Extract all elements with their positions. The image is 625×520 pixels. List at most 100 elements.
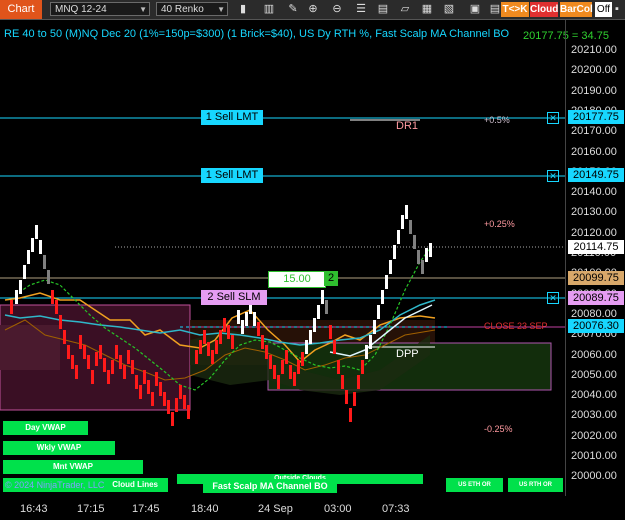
instrument-label: MNQ 12-24 <box>55 4 107 15</box>
renko-brick <box>289 365 292 379</box>
chart-tab[interactable]: Chart <box>0 0 42 19</box>
drawing-tool-icon[interactable]: ✎ <box>286 3 300 16</box>
target-qty-value[interactable]: 15.00 <box>268 271 326 288</box>
us-rth-or-button[interactable]: US RTH OR <box>508 478 563 492</box>
zoom-in-icon[interactable]: ⊕ <box>306 3 320 16</box>
renko-brick <box>131 360 134 374</box>
price-tick-label: 20130.00 <box>571 206 617 219</box>
price-axis[interactable]: 20210.0020200.0020190.0020180.0020170.00… <box>565 20 625 496</box>
us-eth-or-button[interactable]: US ETH OR <box>446 478 503 492</box>
time-label: 24 Sep <box>258 503 293 515</box>
price-tick-label: 20210.00 <box>571 44 617 56</box>
layout-icon[interactable]: ▣ <box>468 3 482 16</box>
wkly-vwap-button[interactable]: Wkly VWAP <box>3 441 115 455</box>
close-order-icon[interactable]: ✕ <box>547 112 559 124</box>
price-tick-label: 20160.00 <box>571 145 617 158</box>
scroll-icon[interactable]: ▥ <box>262 3 276 16</box>
renko-brick <box>413 235 416 249</box>
dpp-label: DPP <box>396 348 419 360</box>
renko-brick <box>155 372 158 386</box>
minus-quarter-label: -0.25% <box>484 424 513 434</box>
time-label: 16:43 <box>20 503 48 515</box>
renko-brick <box>261 335 264 349</box>
indicators-icon[interactable]: ▱ <box>398 3 412 16</box>
time-label: 18:40 <box>191 503 219 515</box>
sell-lmt-order-2[interactable]: 1 Sell LMT <box>201 168 263 183</box>
sell-slm-order[interactable]: 2 Sell SLM <box>201 290 267 305</box>
close-order-icon[interactable]: ✕ <box>547 292 559 304</box>
renko-brick <box>425 248 428 262</box>
renko-brick <box>357 375 360 389</box>
time-label: 07:33 <box>382 503 410 515</box>
renko-brick <box>135 375 138 389</box>
renko-brick <box>219 330 222 344</box>
renko-brick <box>231 335 234 349</box>
strategies-icon[interactable]: ▦ <box>420 3 434 16</box>
cloud-button[interactable]: Cloud <box>530 2 558 17</box>
renko-brick <box>19 280 22 294</box>
price-tick-label: 20060.00 <box>571 348 617 361</box>
renko-brick <box>67 345 70 359</box>
fast-scalp-button[interactable]: Fast Scalp MA Channel BO <box>203 479 337 493</box>
price-tag-sell-lmt-2: 20149.75 <box>568 168 624 182</box>
bar-type-selector[interactable]: 40 Renko ▼ <box>156 2 228 16</box>
renko-brick <box>10 300 13 314</box>
time-label: 03:00 <box>324 503 352 515</box>
renko-brick <box>207 342 210 356</box>
renko-brick <box>35 225 38 239</box>
renko-brick <box>83 345 86 359</box>
renko-brick <box>321 290 324 304</box>
day-vwap-button[interactable]: Day VWAP <box>3 421 88 435</box>
renko-brick <box>203 330 206 344</box>
plus-quarter-label: +0.25% <box>484 219 515 229</box>
renko-brick <box>147 380 150 394</box>
renko-brick <box>39 240 42 254</box>
renko-brick <box>215 340 218 354</box>
price-tick-label: 20170.00 <box>571 125 617 138</box>
properties-icon[interactable]: ☰ <box>354 3 368 16</box>
templates-icon[interactable]: ▤ <box>376 3 390 16</box>
renko-brick <box>257 322 260 336</box>
time-label: 17:15 <box>77 503 105 515</box>
price-tick-label: 20050.00 <box>571 368 617 381</box>
copyright-watermark: © 2024 NinjaTrader, LLC <box>5 480 105 490</box>
renko-brick <box>63 330 66 344</box>
renko-brick <box>187 405 190 419</box>
renko-brick <box>175 398 178 412</box>
tk-button[interactable]: T<>K <box>501 2 529 17</box>
renko-brick <box>293 372 296 386</box>
renko-brick <box>265 345 268 359</box>
toggle-knob-icon[interactable]: ▪ <box>610 3 624 16</box>
renko-brick <box>43 255 46 269</box>
renko-brick <box>313 318 316 332</box>
renko-brick <box>401 215 404 229</box>
renko-brick <box>163 392 166 406</box>
renko-brick <box>309 330 312 344</box>
zoom-out-icon[interactable]: ⊖ <box>330 3 344 16</box>
prior-close-label: CLOSE 23 SEP <box>484 321 548 331</box>
renko-brick <box>95 352 98 366</box>
renko-brick <box>31 238 34 252</box>
renko-brick <box>429 243 432 257</box>
renko-brick <box>55 300 58 314</box>
chevron-down-icon: ▼ <box>217 5 225 14</box>
sell-lmt-order-1[interactable]: 1 Sell LMT <box>201 110 263 125</box>
price-tick-label: 20040.00 <box>571 389 617 402</box>
price-tick-label: 20120.00 <box>571 226 617 239</box>
renko-brick <box>71 355 74 369</box>
data-box-icon[interactable]: ▧ <box>442 3 456 16</box>
chart-trader-icon[interactable]: ▤ <box>488 3 502 16</box>
renko-brick <box>361 360 364 374</box>
price-tick-label: 20200.00 <box>571 64 617 77</box>
barcol-button[interactable]: BarCol <box>560 2 593 17</box>
renko-brick <box>23 265 26 279</box>
target-qty-count[interactable]: 2 <box>324 271 338 286</box>
price-tick-label: 20140.00 <box>571 186 617 199</box>
renko-brick <box>123 365 126 379</box>
instrument-selector[interactable]: MNQ 12-24 ▼ <box>50 2 150 16</box>
close-order-icon[interactable]: ✕ <box>547 170 559 182</box>
renko-brick <box>405 205 408 219</box>
bars-icon[interactable]: ▮ <box>236 3 250 16</box>
renko-brick <box>373 320 376 334</box>
mnt-vwap-button[interactable]: Mnt VWAP <box>3 460 143 474</box>
